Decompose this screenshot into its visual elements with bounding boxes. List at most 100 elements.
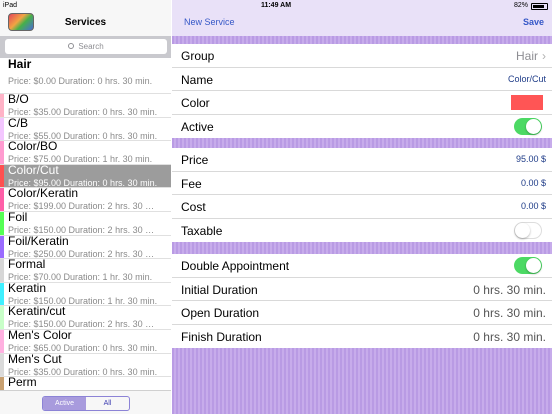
service-details: Price: $95.00 Duration: 0 hrs. 30 min. <box>8 177 158 188</box>
battery-indicator: 82% <box>514 0 548 12</box>
service-details: Price: $150.00 Duration: 1 hr. 30 min. <box>8 295 158 306</box>
service-color-bar <box>0 353 4 377</box>
taxable-toggle[interactable] <box>514 221 542 239</box>
service-name: Men's Color <box>8 329 72 342</box>
service-list-item[interactable]: Foil Price: $150.00 Duration: 2 hrs. 30 m… <box>0 211 171 236</box>
chevron-right-icon: › <box>542 49 546 63</box>
service-color-bar <box>0 282 4 306</box>
fee-field[interactable]: 0.00 $ <box>521 178 546 188</box>
service-details: Price: $65.00 Duration: 0 hrs. 30 min. <box>8 342 158 353</box>
service-color-bar <box>0 211 4 235</box>
service-list-item[interactable]: Color/Keratin Price: $199.00 Duration: 2 … <box>0 188 171 212</box>
service-list-item[interactable]: Foil/Keratin Price: $250.00 Duration: 2 h… <box>0 235 171 260</box>
service-details: Price: $35.00 Duration: 0 hrs. 30 min. <box>8 366 158 377</box>
service-list-item[interactable]: Men's Cut Price: $35.00 Duration: 0 hrs. … <box>0 353 171 378</box>
service-details: Price: $75.00 Duration: 1 hr. 30 min. <box>8 154 153 165</box>
search-bar: Search <box>0 36 171 58</box>
color-swatch[interactable] <box>511 95 543 111</box>
service-list-item[interactable]: Men's Color Price: $65.00 Duration: 0 hrs… <box>0 329 171 354</box>
service-list-item[interactable]: Color/BO Price: $75.00 Duration: 1 hr. 30… <box>0 141 171 165</box>
services-list[interactable]: Hair Price: $0.00 Duration: 0 hrs. 30 min… <box>0 58 171 390</box>
service-list-item[interactable]: Perm <box>0 377 171 390</box>
color-row[interactable]: Color <box>172 91 552 115</box>
search-input[interactable]: Search <box>5 39 167 54</box>
service-color-bar <box>0 164 4 188</box>
general-section: Group Hair › Name Color/Cut Color Active <box>172 44 552 139</box>
clock: 11:49 AM <box>260 2 292 9</box>
initial-duration-value[interactable]: 0 hrs. 30 min. <box>473 283 546 297</box>
service-color-bar <box>0 94 4 117</box>
service-list-item[interactable]: Keratin Price: $150.00 Duration: 1 hr. 30… <box>0 282 171 307</box>
service-color-bar <box>0 377 4 390</box>
service-details: Price: $250.00 Duration: 2 hrs. 30 min. <box>8 248 158 259</box>
service-color-bar <box>0 329 4 353</box>
service-name: Formal <box>8 259 46 272</box>
duration-section: Double Appointment Initial Duration 0 hr… <box>172 254 552 349</box>
battery-percent: 82% <box>513 2 528 9</box>
service-details: Price: $55.00 Duration: 0 hrs. 30 min. <box>8 130 158 141</box>
open-duration-value[interactable]: 0 hrs. 30 min. <box>473 306 546 320</box>
filter-segmented-control: Active All <box>42 396 130 411</box>
service-details: Price: $0.00 Duration: 0 hrs. 30 min. <box>8 76 153 86</box>
cost-field[interactable]: 0.00 $ <box>521 201 546 211</box>
service-details: Price: $199.00 Duration: 2 hrs. 30 min. <box>8 201 158 212</box>
initial-duration-row[interactable]: Initial Duration 0 hrs. 30 min. <box>172 278 552 302</box>
search-placeholder: Search <box>78 42 104 51</box>
search-icon <box>68 43 75 49</box>
battery-icon <box>531 2 548 10</box>
price-row[interactable]: Price 95.00 $ <box>172 148 552 172</box>
status-bar: iPad 11:49 AM 82% <box>0 0 552 12</box>
service-name: Hair <box>8 58 32 71</box>
service-color-bar <box>0 306 4 329</box>
fee-label: Fee <box>181 176 202 191</box>
service-name: Men's Cut <box>8 353 62 366</box>
service-list-item[interactable]: Keratin/cut Price: $150.00 Duration: 2 hr… <box>0 306 171 330</box>
service-name: Foil <box>8 211 28 224</box>
finish-duration-row[interactable]: Finish Duration 0 hrs. 30 min. <box>172 325 552 349</box>
price-field[interactable]: 95.00 $ <box>516 154 546 164</box>
finish-duration-value[interactable]: 0 hrs. 30 min. <box>473 330 546 344</box>
initial-duration-label: Initial Duration <box>181 282 258 297</box>
service-list-item[interactable]: C/B Price: $55.00 Duration: 0 hrs. 30 min… <box>0 117 171 142</box>
service-details: Price: $150.00 Duration: 2 hrs. 30 min. <box>8 224 158 235</box>
service-color-bar <box>0 58 4 93</box>
double-appointment-row: Double Appointment <box>172 254 552 278</box>
service-color-bar <box>0 141 4 164</box>
service-color-bar <box>0 117 4 141</box>
segment-all[interactable]: All <box>86 397 129 410</box>
taxable-row: Taxable <box>172 219 552 243</box>
cost-row[interactable]: Cost 0.00 $ <box>172 195 552 219</box>
active-toggle[interactable] <box>514 117 542 135</box>
service-name: C/B <box>8 117 29 130</box>
service-name: B/O <box>8 94 29 106</box>
pricing-section: Price 95.00 $ Fee 0.00 $ Cost 0.00 $ Tax… <box>172 148 552 243</box>
name-field[interactable]: Color/Cut <box>508 74 546 84</box>
service-name: Perm <box>8 377 37 390</box>
new-service-button[interactable]: New Service <box>184 17 235 27</box>
service-name: Foil/Keratin <box>8 235 69 248</box>
service-name: Keratin/cut <box>8 306 66 319</box>
service-list-item[interactable]: Formal Price: $70.00 Duration: 1 hr. 30 m… <box>0 259 171 283</box>
double-appointment-label: Double Appointment <box>181 259 290 273</box>
service-details: Price: $35.00 Duration: 0 hrs. 30 min. <box>8 107 158 117</box>
service-list-item[interactable]: B/O Price: $35.00 Duration: 0 hrs. 30 min… <box>0 94 171 118</box>
filter-bar: Active All <box>0 390 171 414</box>
save-button[interactable]: Save <box>523 17 544 27</box>
active-row: Active <box>172 115 552 139</box>
service-color-bar <box>0 188 4 211</box>
name-row[interactable]: Name Color/Cut <box>172 68 552 92</box>
group-row[interactable]: Group Hair › <box>172 44 552 68</box>
open-duration-label: Open Duration <box>181 306 260 321</box>
group-label: Group <box>181 49 215 63</box>
service-name: Color/Keratin <box>8 188 79 201</box>
service-color-bar <box>0 235 4 259</box>
services-title: Services <box>64 17 107 28</box>
name-label: Name <box>181 72 214 87</box>
service-list-item[interactable]: Hair Price: $0.00 Duration: 0 hrs. 30 min… <box>0 58 171 94</box>
double-appointment-toggle[interactable] <box>514 257 542 274</box>
service-list-item[interactable]: Color/Cut Price: $95.00 Duration: 0 hrs. … <box>0 164 171 189</box>
open-duration-row[interactable]: Open Duration 0 hrs. 30 min. <box>172 301 552 325</box>
service-detail-panel: New Service Save Group Hair › Name Color/… <box>172 0 552 414</box>
fee-row[interactable]: Fee 0.00 $ <box>172 172 552 196</box>
segment-active[interactable]: Active <box>43 397 86 410</box>
